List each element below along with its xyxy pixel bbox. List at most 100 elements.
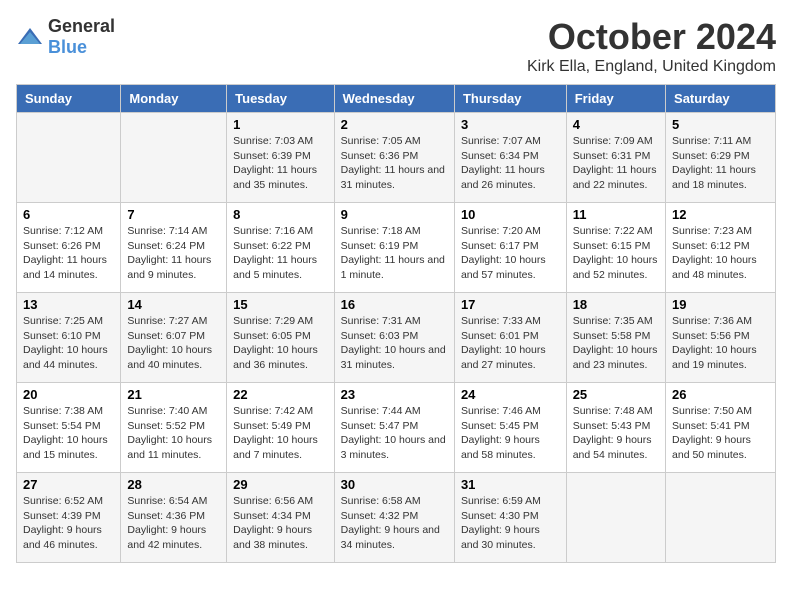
day-info: Sunrise: 7:31 AMSunset: 6:03 PMDaylight:… xyxy=(341,314,448,373)
calendar-week-row: 1 Sunrise: 7:03 AMSunset: 6:39 PMDayligh… xyxy=(17,113,776,203)
day-number: 11 xyxy=(573,207,659,222)
day-number: 22 xyxy=(233,387,327,402)
calendar-cell xyxy=(666,473,776,563)
calendar-table: Sunday Monday Tuesday Wednesday Thursday… xyxy=(16,84,776,563)
calendar-week-row: 20 Sunrise: 7:38 AMSunset: 5:54 PMDaylig… xyxy=(17,383,776,473)
day-number: 7 xyxy=(127,207,220,222)
day-number: 16 xyxy=(341,297,448,312)
calendar-cell: 28 Sunrise: 6:54 AMSunset: 4:36 PMDaylig… xyxy=(121,473,227,563)
day-info: Sunrise: 7:16 AMSunset: 6:22 PMDaylight:… xyxy=(233,224,327,283)
day-number: 14 xyxy=(127,297,220,312)
calendar-cell: 4 Sunrise: 7:09 AMSunset: 6:31 PMDayligh… xyxy=(566,113,665,203)
day-info: Sunrise: 7:29 AMSunset: 6:05 PMDaylight:… xyxy=(233,314,327,373)
day-number: 20 xyxy=(23,387,114,402)
calendar-cell: 31 Sunrise: 6:59 AMSunset: 4:30 PMDaylig… xyxy=(454,473,566,563)
day-info: Sunrise: 7:38 AMSunset: 5:54 PMDaylight:… xyxy=(23,404,114,463)
header-wednesday: Wednesday xyxy=(334,85,454,113)
day-number: 26 xyxy=(672,387,769,402)
day-number: 1 xyxy=(233,117,327,132)
header-monday: Monday xyxy=(121,85,227,113)
header-thursday: Thursday xyxy=(454,85,566,113)
calendar-cell: 9 Sunrise: 7:18 AMSunset: 6:19 PMDayligh… xyxy=(334,203,454,293)
day-number: 19 xyxy=(672,297,769,312)
calendar-cell: 30 Sunrise: 6:58 AMSunset: 4:32 PMDaylig… xyxy=(334,473,454,563)
calendar-header-row: Sunday Monday Tuesday Wednesday Thursday… xyxy=(17,85,776,113)
calendar-cell: 25 Sunrise: 7:48 AMSunset: 5:43 PMDaylig… xyxy=(566,383,665,473)
day-info: Sunrise: 7:35 AMSunset: 5:58 PMDaylight:… xyxy=(573,314,659,373)
day-number: 21 xyxy=(127,387,220,402)
day-number: 29 xyxy=(233,477,327,492)
calendar-cell: 10 Sunrise: 7:20 AMSunset: 6:17 PMDaylig… xyxy=(454,203,566,293)
day-info: Sunrise: 7:48 AMSunset: 5:43 PMDaylight:… xyxy=(573,404,659,463)
day-info: Sunrise: 7:12 AMSunset: 6:26 PMDaylight:… xyxy=(23,224,114,283)
header-friday: Friday xyxy=(566,85,665,113)
day-info: Sunrise: 7:33 AMSunset: 6:01 PMDaylight:… xyxy=(461,314,560,373)
calendar-cell: 11 Sunrise: 7:22 AMSunset: 6:15 PMDaylig… xyxy=(566,203,665,293)
calendar-cell: 1 Sunrise: 7:03 AMSunset: 6:39 PMDayligh… xyxy=(227,113,334,203)
calendar-week-row: 27 Sunrise: 6:52 AMSunset: 4:39 PMDaylig… xyxy=(17,473,776,563)
calendar-cell: 18 Sunrise: 7:35 AMSunset: 5:58 PMDaylig… xyxy=(566,293,665,383)
day-info: Sunrise: 7:44 AMSunset: 5:47 PMDaylight:… xyxy=(341,404,448,463)
day-info: Sunrise: 7:09 AMSunset: 6:31 PMDaylight:… xyxy=(573,134,659,193)
day-number: 6 xyxy=(23,207,114,222)
calendar-cell: 22 Sunrise: 7:42 AMSunset: 5:49 PMDaylig… xyxy=(227,383,334,473)
day-number: 15 xyxy=(233,297,327,312)
calendar-cell: 24 Sunrise: 7:46 AMSunset: 5:45 PMDaylig… xyxy=(454,383,566,473)
calendar-cell xyxy=(121,113,227,203)
logo-general: General xyxy=(48,16,115,36)
day-info: Sunrise: 7:40 AMSunset: 5:52 PMDaylight:… xyxy=(127,404,220,463)
day-info: Sunrise: 7:42 AMSunset: 5:49 PMDaylight:… xyxy=(233,404,327,463)
day-number: 12 xyxy=(672,207,769,222)
calendar-cell: 7 Sunrise: 7:14 AMSunset: 6:24 PMDayligh… xyxy=(121,203,227,293)
day-info: Sunrise: 7:50 AMSunset: 5:41 PMDaylight:… xyxy=(672,404,769,463)
header-saturday: Saturday xyxy=(666,85,776,113)
calendar-cell: 12 Sunrise: 7:23 AMSunset: 6:12 PMDaylig… xyxy=(666,203,776,293)
day-info: Sunrise: 6:58 AMSunset: 4:32 PMDaylight:… xyxy=(341,494,448,553)
day-number: 10 xyxy=(461,207,560,222)
calendar-cell: 21 Sunrise: 7:40 AMSunset: 5:52 PMDaylig… xyxy=(121,383,227,473)
calendar-week-row: 13 Sunrise: 7:25 AMSunset: 6:10 PMDaylig… xyxy=(17,293,776,383)
header-sunday: Sunday xyxy=(17,85,121,113)
calendar-cell: 19 Sunrise: 7:36 AMSunset: 5:56 PMDaylig… xyxy=(666,293,776,383)
calendar-cell xyxy=(17,113,121,203)
day-info: Sunrise: 6:59 AMSunset: 4:30 PMDaylight:… xyxy=(461,494,560,553)
calendar-cell: 29 Sunrise: 6:56 AMSunset: 4:34 PMDaylig… xyxy=(227,473,334,563)
logo-icon xyxy=(16,26,44,48)
calendar-cell: 16 Sunrise: 7:31 AMSunset: 6:03 PMDaylig… xyxy=(334,293,454,383)
day-number: 9 xyxy=(341,207,448,222)
day-info: Sunrise: 7:05 AMSunset: 6:36 PMDaylight:… xyxy=(341,134,448,193)
day-info: Sunrise: 6:56 AMSunset: 4:34 PMDaylight:… xyxy=(233,494,327,553)
page-header: General Blue October 2024 Kirk Ella, Eng… xyxy=(16,16,776,76)
day-info: Sunrise: 7:27 AMSunset: 6:07 PMDaylight:… xyxy=(127,314,220,373)
day-number: 5 xyxy=(672,117,769,132)
day-number: 27 xyxy=(23,477,114,492)
calendar-cell: 5 Sunrise: 7:11 AMSunset: 6:29 PMDayligh… xyxy=(666,113,776,203)
day-number: 18 xyxy=(573,297,659,312)
calendar-cell: 20 Sunrise: 7:38 AMSunset: 5:54 PMDaylig… xyxy=(17,383,121,473)
calendar-cell: 27 Sunrise: 6:52 AMSunset: 4:39 PMDaylig… xyxy=(17,473,121,563)
header-tuesday: Tuesday xyxy=(227,85,334,113)
day-number: 25 xyxy=(573,387,659,402)
day-number: 13 xyxy=(23,297,114,312)
calendar-cell: 26 Sunrise: 7:50 AMSunset: 5:41 PMDaylig… xyxy=(666,383,776,473)
logo-text: General Blue xyxy=(48,16,115,58)
calendar-cell: 14 Sunrise: 7:27 AMSunset: 6:07 PMDaylig… xyxy=(121,293,227,383)
day-info: Sunrise: 7:22 AMSunset: 6:15 PMDaylight:… xyxy=(573,224,659,283)
day-info: Sunrise: 7:18 AMSunset: 6:19 PMDaylight:… xyxy=(341,224,448,283)
logo-blue: Blue xyxy=(48,37,87,57)
day-number: 31 xyxy=(461,477,560,492)
title-area: October 2024 Kirk Ella, England, United … xyxy=(527,16,776,76)
day-info: Sunrise: 7:14 AMSunset: 6:24 PMDaylight:… xyxy=(127,224,220,283)
day-number: 30 xyxy=(341,477,448,492)
day-number: 2 xyxy=(341,117,448,132)
logo: General Blue xyxy=(16,16,115,58)
day-number: 8 xyxy=(233,207,327,222)
day-info: Sunrise: 6:54 AMSunset: 4:36 PMDaylight:… xyxy=(127,494,220,553)
calendar-cell: 3 Sunrise: 7:07 AMSunset: 6:34 PMDayligh… xyxy=(454,113,566,203)
calendar-cell: 15 Sunrise: 7:29 AMSunset: 6:05 PMDaylig… xyxy=(227,293,334,383)
day-number: 23 xyxy=(341,387,448,402)
day-info: Sunrise: 7:07 AMSunset: 6:34 PMDaylight:… xyxy=(461,134,560,193)
day-info: Sunrise: 6:52 AMSunset: 4:39 PMDaylight:… xyxy=(23,494,114,553)
day-info: Sunrise: 7:23 AMSunset: 6:12 PMDaylight:… xyxy=(672,224,769,283)
calendar-cell: 17 Sunrise: 7:33 AMSunset: 6:01 PMDaylig… xyxy=(454,293,566,383)
